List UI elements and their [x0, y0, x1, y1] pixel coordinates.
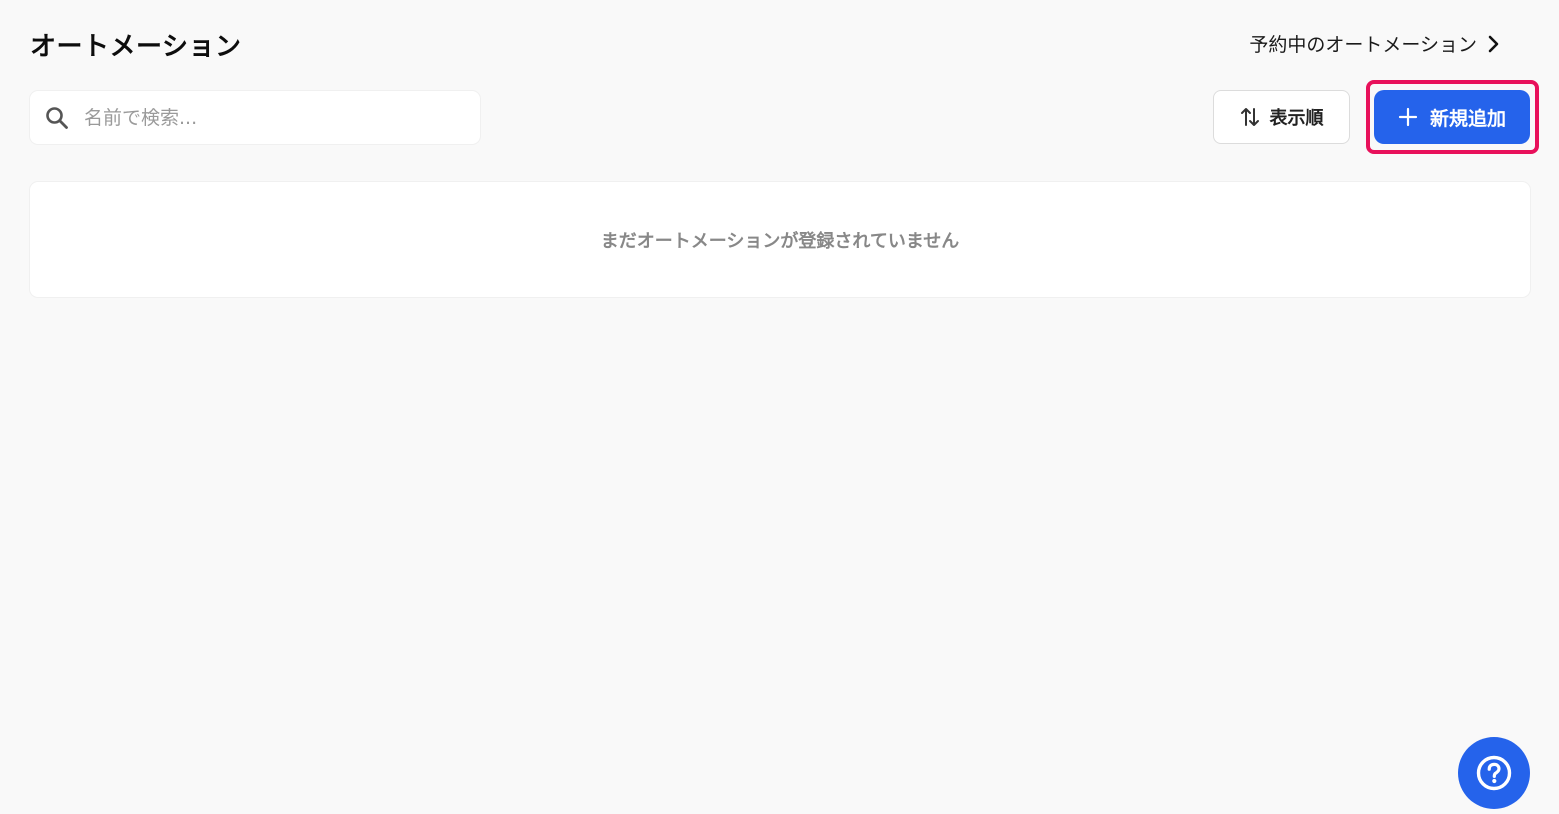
add-new-button[interactable]: 新規追加 — [1374, 90, 1530, 144]
search-input[interactable] — [84, 97, 480, 138]
automation-list-empty: まだオートメーションが登録されていません — [30, 182, 1530, 297]
search-icon — [44, 105, 70, 131]
plus-icon — [1398, 107, 1418, 127]
add-new-label: 新規追加 — [1429, 107, 1506, 130]
sort-order-button[interactable]: 表示順 — [1213, 90, 1350, 144]
chevron-right-icon — [1487, 35, 1501, 53]
scheduled-automations-label: 予約中のオートメーション — [1249, 34, 1477, 56]
question-circle-icon — [1475, 754, 1513, 792]
sort-arrows-icon — [1240, 106, 1260, 128]
sort-order-label: 表示順 — [1269, 108, 1324, 129]
help-button[interactable] — [1458, 737, 1530, 809]
search-box — [30, 91, 480, 144]
empty-state-message: まだオートメーションが登録されていません — [600, 230, 960, 252]
scheduled-automations-link[interactable]: 予約中のオートメーション — [1249, 30, 1501, 57]
page-title: オートメーション — [30, 32, 242, 62]
